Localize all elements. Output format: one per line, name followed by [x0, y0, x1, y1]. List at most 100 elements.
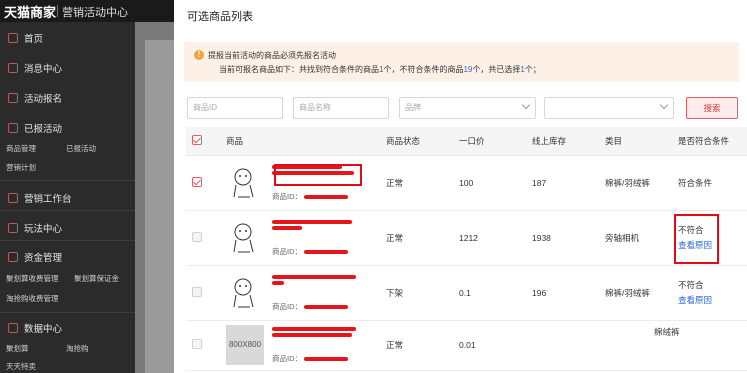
sidebar-subitem[interactable]: 聚划算保证金	[74, 273, 119, 284]
product-category: 旁轴相机	[599, 210, 672, 266]
redacted-id	[304, 194, 348, 199]
data-icon	[8, 323, 18, 333]
sidebar-item-signup[interactable]: 活动报名	[0, 88, 135, 108]
product-thumbnail	[226, 162, 264, 203]
sidebar-subitem[interactable]: 天天特卖	[6, 361, 36, 372]
product-category: 棉裤/羽绒裤	[599, 265, 672, 321]
sidebar-item-label: 消息中心	[24, 64, 63, 75]
redacted-id	[304, 249, 348, 254]
row-checkbox[interactable]	[192, 339, 202, 349]
row-checkbox[interactable]	[192, 176, 202, 187]
product-id-input[interactable]: 商品ID	[187, 97, 283, 119]
sidebar-item-home[interactable]: 首页	[0, 28, 135, 48]
sidebar-subitem[interactable]: 淘抢购收费管理	[6, 293, 59, 304]
sidebar-item-label: 玩法中心	[24, 224, 63, 235]
sidebar-item-play-center[interactable]: 玩法中心	[0, 218, 135, 238]
sidebar-subrow: 营销计划	[0, 160, 135, 174]
product-stock: 187	[526, 155, 599, 211]
product-name-link[interactable]	[272, 273, 362, 285]
column-header: 类目	[599, 127, 672, 156]
product-list-modal: 可选商品列表 ! 提报当前活动的商品必须先报名活动 当前可报名商品如下：共找到符…	[174, 0, 747, 373]
sidebar-subrow: 聚划算收费管理 聚划算保证金	[0, 271, 135, 285]
overflow-category-label: 棉绒裤	[654, 327, 680, 337]
product-id: 商品ID：	[272, 246, 348, 257]
sidebar: 首页 消息中心 活动报名 已报活动 商品管理 已报活动 营销计划 营销工作台 玩…	[0, 0, 135, 373]
divider	[57, 5, 58, 17]
sidebar-item-messages[interactable]: 消息中心	[0, 58, 135, 78]
workbench-icon	[8, 193, 18, 203]
column-header: 商品	[220, 127, 380, 156]
product-status: 正常	[380, 210, 453, 266]
eligibility-status: 符合条件	[672, 155, 747, 211]
divider	[0, 312, 135, 313]
sidebar-item-label: 资金管理	[24, 253, 63, 264]
funds-icon	[8, 252, 18, 262]
table-row[interactable]: 商品ID： 正常 1212 1938 旁轴相机 不符合 查看原因	[186, 210, 747, 266]
sidebar-subrow: 天天特卖	[0, 359, 135, 373]
product-stock	[526, 320, 599, 371]
product-name-input[interactable]: 商品名称	[293, 97, 389, 119]
column-header: 是否符合条件	[672, 127, 747, 156]
highlight-box	[674, 214, 719, 264]
sidebar-item-label: 数据中心	[24, 324, 63, 335]
sidebar-item-reported[interactable]: 已报活动	[0, 118, 135, 138]
sidebar-subitem[interactable]: 淘抢购	[66, 343, 89, 354]
chevron-down-icon	[521, 100, 531, 110]
divider	[0, 240, 135, 241]
redacted-id	[304, 357, 348, 362]
sidebar-subitem[interactable]: 聚划算收费管理	[6, 273, 59, 284]
brand-select-label: 品牌	[405, 103, 421, 112]
sidebar-subitem[interactable]: 营销计划	[6, 162, 36, 173]
product-stock: 1938	[526, 210, 599, 266]
product-price: 0.01	[453, 320, 526, 371]
search-button[interactable]: 搜索	[686, 97, 738, 119]
sidebar-item-label: 活动报名	[24, 94, 63, 105]
row-checkbox[interactable]	[192, 231, 202, 242]
product-id: 商品ID：	[272, 191, 348, 202]
view-reason-link[interactable]: 查看原因	[678, 294, 747, 306]
sidebar-item-data-center[interactable]: 数据中心	[0, 318, 135, 338]
product-name-link[interactable]	[272, 325, 362, 337]
product-thumbnail	[226, 272, 264, 313]
sidebar-item-label: 首页	[24, 34, 44, 45]
product-price: 100	[453, 155, 526, 211]
sidebar-subrow: 商品管理 已报活动	[0, 141, 135, 155]
product-id: 商品ID：	[272, 301, 348, 312]
sidebar-item-workbench[interactable]: 营销工作台	[0, 188, 135, 208]
notice-banner: ! 提报当前活动的商品必须先报名活动 当前可报名商品如下：共找到符合条件的商品1…	[184, 42, 739, 82]
sidebar-item-label: 营销工作台	[24, 194, 72, 205]
table-header: 商品 商品状态 一口价 线上库存 类目 是否符合条件	[186, 127, 747, 156]
brand-logo[interactable]: 天猫商家	[4, 2, 56, 21]
product-status: 正常	[380, 320, 453, 371]
sidebar-subitem[interactable]: 商品管理	[6, 143, 36, 154]
product-name-link[interactable]	[272, 218, 362, 230]
eligibility-status	[672, 320, 747, 371]
modal-title: 可选商品列表	[187, 11, 253, 23]
divider	[0, 210, 135, 211]
column-header: 商品状态	[380, 127, 453, 156]
category-select[interactable]	[544, 97, 674, 119]
sidebar-subitem[interactable]: 聚划算	[6, 343, 29, 354]
sidebar-item-funds[interactable]: 资金管理	[0, 247, 135, 267]
section-title: 营销活动中心	[62, 7, 128, 19]
product-thumbnail: 800X800	[226, 325, 264, 365]
redacted-id	[304, 304, 348, 309]
signup-icon	[8, 93, 18, 103]
column-header: 线上库存	[526, 127, 599, 156]
notice-line-2: 当前可报名商品如下：共找到符合条件的商品1个，不符合条件的商品19个，共已选择1…	[219, 65, 541, 74]
message-icon	[8, 63, 18, 73]
home-icon	[8, 33, 18, 43]
sidebar-subrow: 聚划算 淘抢购	[0, 341, 135, 355]
sidebar-subitem[interactable]: 已报活动	[66, 143, 96, 154]
warning-icon: !	[194, 50, 204, 60]
select-all-checkbox[interactable]	[192, 134, 202, 145]
table-row[interactable]: 商品ID： 正常 100 187 棉裤/羽绒裤 符合条件	[186, 155, 747, 211]
row-checkbox[interactable]	[192, 286, 202, 297]
sidebar-subrow: 淘抢购收费管理	[0, 291, 135, 305]
product-status: 正常	[380, 155, 453, 211]
column-header: 一口价	[453, 127, 526, 156]
table-row[interactable]: 商品ID： 下架 0.1 196 棉裤/羽绒裤 不符合 查看原因	[186, 265, 747, 321]
play-icon	[8, 223, 18, 233]
brand-select[interactable]: 品牌	[399, 97, 536, 119]
divider	[0, 180, 135, 181]
